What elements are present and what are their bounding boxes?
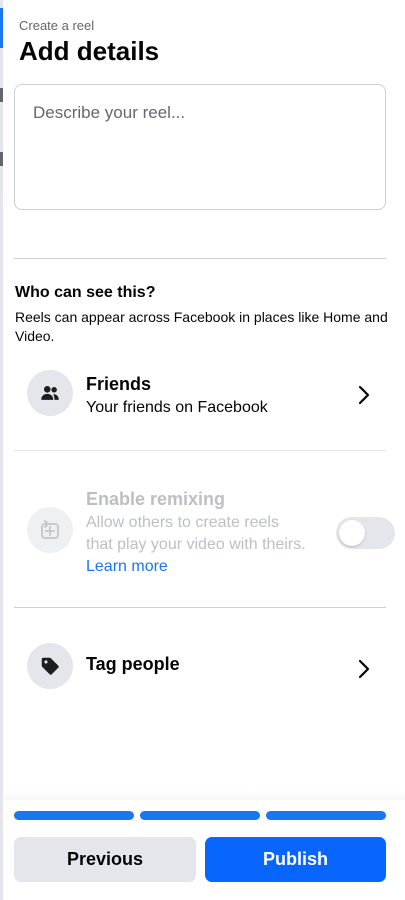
- chevron-right-icon: [354, 659, 374, 679]
- previous-button[interactable]: Previous: [14, 837, 196, 882]
- progress-step: [140, 811, 260, 820]
- audience-friends-row[interactable]: Friends Your friends on Facebook: [14, 360, 386, 430]
- add-details-panel: Create a reel Add details Who can see th…: [3, 0, 405, 900]
- publish-button[interactable]: Publish: [205, 837, 386, 882]
- page-subtitle: Create a reel: [19, 18, 95, 33]
- progress-step: [266, 811, 386, 820]
- remix-subtitle: Allow others to create reels that play y…: [86, 512, 306, 578]
- toggle-knob: [339, 520, 365, 546]
- progress-step: [14, 811, 134, 820]
- remix-title: Enable remixing: [86, 489, 226, 509]
- chevron-right-icon: [354, 385, 374, 405]
- remix-subtitle-text: Allow others to create reels that play y…: [86, 514, 306, 553]
- description-input[interactable]: [33, 103, 367, 191]
- tag-people-title: Tag people: [86, 654, 180, 674]
- friends-icon: [27, 370, 73, 416]
- description-field[interactable]: [14, 84, 386, 210]
- friends-title: Friends: [86, 374, 152, 394]
- audience-heading: Who can see this?: [15, 284, 156, 301]
- section-divider: [14, 607, 386, 608]
- section-divider: [14, 258, 386, 259]
- learn-more-link[interactable]: Learn more: [86, 558, 168, 575]
- remix-toggle[interactable]: [336, 517, 395, 549]
- tag-icon: [27, 643, 73, 689]
- remix-row: Enable remixing Allow others to create r…: [14, 480, 386, 590]
- footer-separator: [3, 790, 405, 800]
- tag-people-row[interactable]: Tag people: [14, 630, 386, 700]
- friends-subtitle: Your friends on Facebook: [86, 399, 268, 416]
- section-divider: [14, 450, 386, 451]
- step-progress: [14, 811, 386, 820]
- page-title: Add details: [19, 36, 160, 66]
- audience-description: Reels can appear across Facebook in plac…: [15, 309, 388, 344]
- remix-icon: [27, 507, 73, 553]
